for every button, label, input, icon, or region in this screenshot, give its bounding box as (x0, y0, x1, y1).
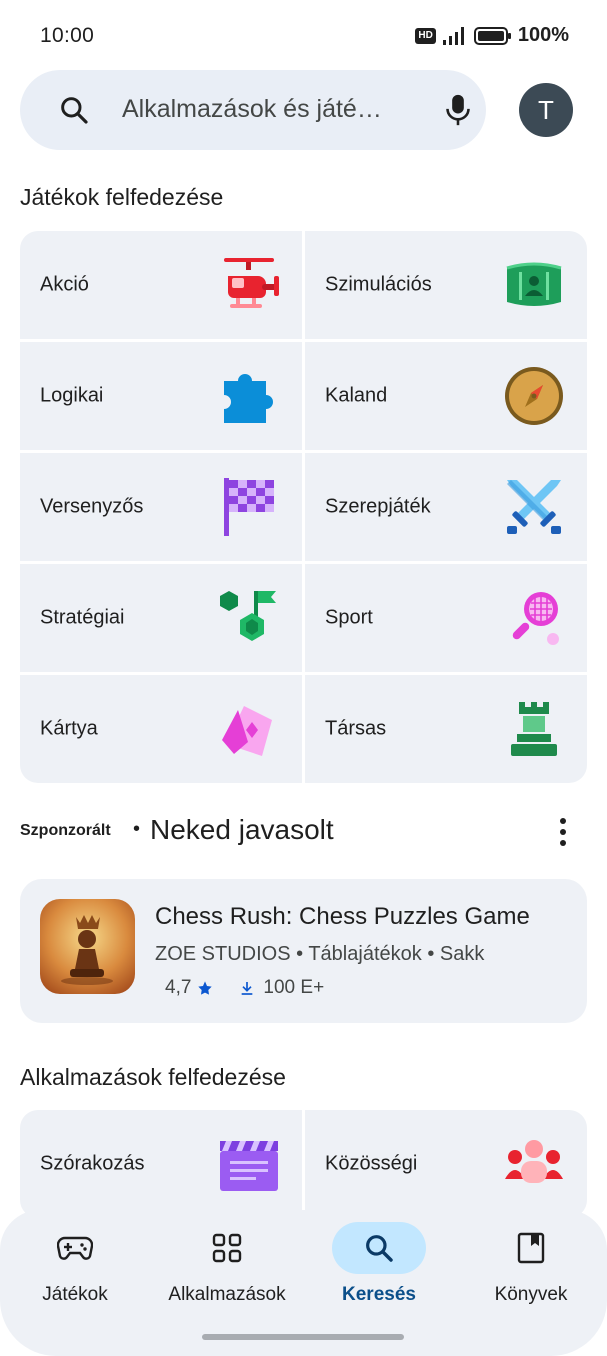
category-label: Logikai (40, 384, 104, 407)
category-label: Kaland (325, 384, 388, 407)
category-label: Szimulációs (325, 273, 432, 296)
status-bar: 10:00 HD 100% (0, 0, 607, 72)
apps-grid-icon (212, 1233, 242, 1263)
people-icon (505, 1140, 563, 1183)
crossed-swords-icon (507, 480, 561, 534)
category-label: Társas (325, 717, 387, 740)
microphone-icon[interactable] (444, 92, 472, 128)
app-meta: ZOE STUDIOS • Táblajátékok • Sakk (155, 943, 484, 966)
category-tile-simulation[interactable]: Szimulációs (305, 231, 587, 339)
simulation-icon (506, 262, 562, 306)
category-tile-adventure[interactable]: Kaland (305, 342, 587, 450)
app-name: Chess Rush: Chess Puzzles Game (155, 903, 530, 930)
nav-label: Keresés (342, 1284, 416, 1305)
recommended-title: Neked javasolt (150, 814, 334, 845)
nav-item-search[interactable]: Keresés (304, 1210, 454, 1320)
nav-label: Könyvek (494, 1284, 568, 1305)
account-avatar[interactable]: T (519, 83, 573, 137)
book-icon (517, 1232, 545, 1264)
category-tile-puzzle[interactable]: Logikai (20, 342, 302, 450)
sponsored-app-card[interactable]: Chess Rush: Chess Puzzles Game ZOE STUDI… (20, 879, 587, 1023)
chess-rook-icon (511, 702, 557, 756)
recommended-header: Szponzorált • Neked javasolt (20, 812, 587, 852)
checkered-flag-icon (224, 478, 274, 536)
battery-level: 100% (517, 24, 569, 46)
hd-badge: HD (415, 27, 436, 44)
more-options-icon[interactable] (557, 816, 569, 848)
home-indicator[interactable] (202, 1334, 404, 1340)
category-label: Akció (40, 273, 89, 296)
gamepad-icon (57, 1236, 93, 1260)
sponsored-label: Szponzorált (20, 822, 111, 839)
category-tile-card[interactable]: Kártya (20, 675, 302, 783)
apps-category-grid: Szórakozás Közösségi (20, 1110, 587, 1218)
nav-label: Játékok (42, 1284, 108, 1305)
clapperboard-icon (220, 1141, 278, 1191)
compass-icon (505, 367, 563, 425)
battery-icon (473, 26, 511, 45)
tennis-racket-icon (512, 592, 559, 645)
category-label: Kártya (40, 717, 98, 740)
status-time: 10:00 (40, 24, 95, 47)
category-label: Versenyzős (40, 495, 144, 518)
star-icon (198, 981, 213, 995)
category-tile-action[interactable]: Akció (20, 231, 302, 339)
strategy-icon (220, 591, 276, 641)
category-tile-strategy[interactable]: Stratégiai (20, 564, 302, 672)
nav-item-games[interactable]: Játékok (0, 1210, 150, 1320)
app-subcategory: Sakk (439, 943, 485, 965)
app-category: Táblajátékok (308, 943, 422, 965)
helicopter-icon (224, 258, 279, 308)
app-stats: 4,7 100 E+ (165, 977, 324, 999)
category-tile-board[interactable]: Társas (305, 675, 587, 783)
category-label: Sport (325, 606, 373, 629)
nav-label: Alkalmazások (168, 1284, 286, 1305)
cards-icon (222, 706, 272, 756)
search-input[interactable]: Alkalmazások és játé… (122, 95, 382, 124)
category-tile-racing[interactable]: Versenyzős (20, 453, 302, 561)
category-tile-sports[interactable]: Sport (305, 564, 587, 672)
search-icon (366, 1235, 393, 1262)
category-tile-roleplaying[interactable]: Szerepjáték (305, 453, 587, 561)
games-category-grid: Akció Szimulációs Logikai Kaland Verseny… (20, 231, 587, 783)
nav-item-books[interactable]: Könyvek (456, 1210, 606, 1320)
app-rating: 4,7 (165, 977, 192, 998)
apps-section-title: Alkalmazások felfedezése (20, 1064, 286, 1090)
signal-icon (442, 26, 464, 45)
category-label: Szórakozás (40, 1152, 145, 1175)
category-tile-entertainment[interactable]: Szórakozás (20, 1110, 302, 1218)
nav-item-apps[interactable]: Alkalmazások (152, 1210, 302, 1320)
category-tile-social[interactable]: Közösségi (305, 1110, 587, 1218)
meta-separator: • (296, 943, 309, 965)
app-downloads: 100 E+ (263, 977, 325, 998)
search-bar[interactable]: Alkalmazások és játé… (20, 70, 486, 150)
separator-dot: • (133, 818, 141, 840)
meta-separator: • (427, 943, 440, 965)
download-icon (242, 982, 253, 995)
status-icons: HD 100% (415, 24, 569, 47)
games-section-title: Játékok felfedezése (20, 184, 224, 210)
chess-pawn-icon (40, 899, 135, 994)
category-label: Szerepjáték (325, 495, 431, 518)
app-icon (40, 899, 135, 994)
category-label: Közösségi (325, 1152, 418, 1175)
app-developer: ZOE STUDIOS (155, 943, 291, 965)
puzzle-icon (224, 374, 273, 423)
category-label: Stratégiai (40, 606, 125, 629)
search-icon (61, 97, 88, 124)
